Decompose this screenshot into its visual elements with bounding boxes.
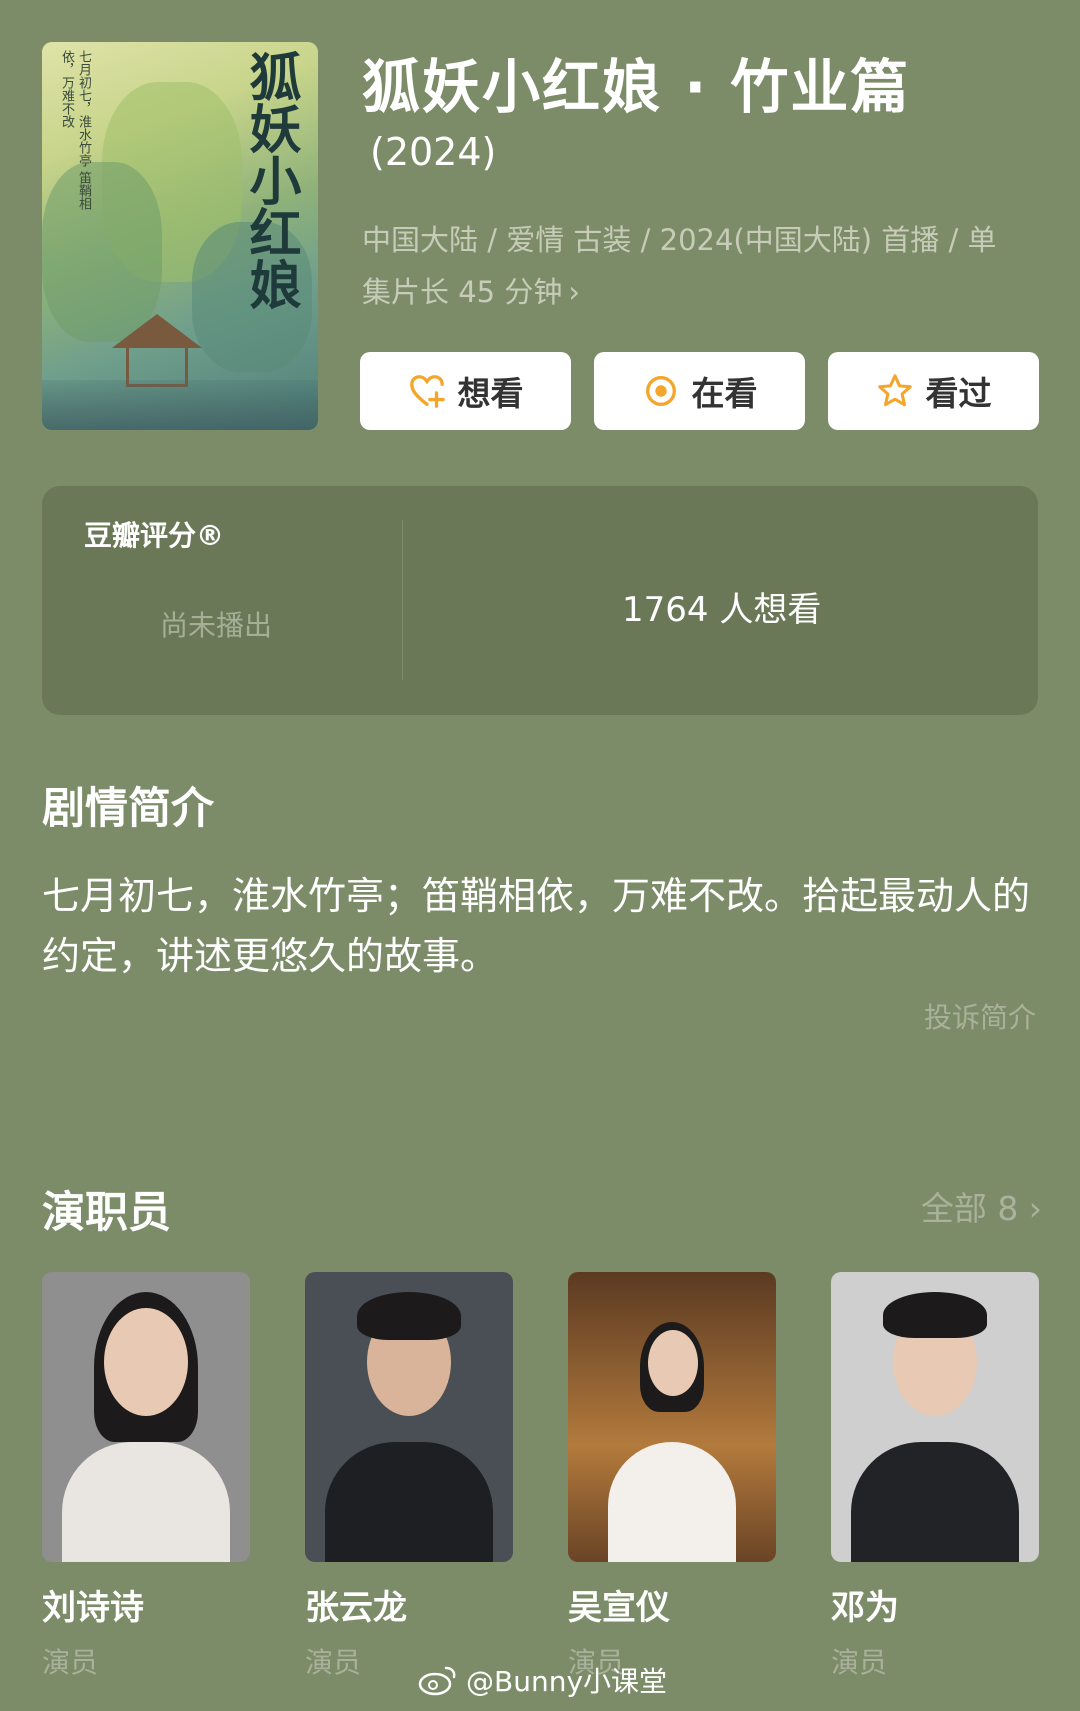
- report-synopsis-link[interactable]: 投诉简介: [924, 996, 1036, 1036]
- douban-rating-label: 豆瓣评分®: [84, 519, 225, 552]
- watching-button[interactable]: 在看: [594, 352, 805, 430]
- rating-divider: [402, 520, 403, 680]
- cast-card[interactable]: 邓为 演员: [831, 1272, 1039, 1681]
- poster-title: 狐妖小红娘: [240, 50, 301, 310]
- cast-card[interactable]: 张云龙 演员: [305, 1272, 513, 1681]
- cast-name: 刘诗诗: [42, 1588, 144, 1628]
- star-icon: [877, 374, 912, 407]
- cast-name: 邓为: [831, 1588, 899, 1628]
- watermark: @Bunny小课堂: [418, 1660, 667, 1700]
- poster-subtitle: 七月初七，淮水竹亭 笛鞘相依，万难不改: [59, 50, 91, 211]
- cast-photo: [831, 1272, 1039, 1562]
- meta-line-1: 中国大陆 / 爱情 古装 / 2024(中国大陆) 首播 / 单: [362, 223, 997, 257]
- show-meta[interactable]: 中国大陆 / 爱情 古装 / 2024(中国大陆) 首播 / 单 集片长 45 …: [362, 214, 1042, 318]
- chevron-right-icon: ›: [568, 275, 580, 309]
- cast-name: 吴宣仪: [568, 1588, 670, 1628]
- cast-role: 演员: [831, 1646, 888, 1679]
- watermark-text: @Bunny小课堂: [466, 1665, 668, 1698]
- weibo-icon: [418, 1666, 456, 1696]
- want-count: 1764 人想看: [622, 590, 822, 630]
- cast-all-link[interactable]: 全部 8 ›: [921, 1182, 1042, 1230]
- cast-name: 张云龙: [305, 1588, 407, 1628]
- show-title: 狐妖小红娘 · 竹业篇: [362, 53, 911, 121]
- cast-photo: [568, 1272, 776, 1562]
- cast-card[interactable]: 吴宣仪 演员: [568, 1272, 776, 1681]
- watching-label: 在看: [691, 374, 758, 413]
- watched-button[interactable]: 看过: [828, 352, 1039, 430]
- cast-photo: [305, 1272, 513, 1562]
- rating-card[interactable]: 豆瓣评分® 尚未播出 1764 人想看: [42, 486, 1038, 715]
- cast-photo: [42, 1272, 250, 1562]
- meta-line-2: 集片长 45 分钟: [362, 275, 563, 309]
- want-to-watch-button[interactable]: 想看: [360, 352, 571, 430]
- rating-status: 尚未播出: [160, 609, 273, 642]
- show-year: (2024): [370, 130, 497, 174]
- want-to-watch-label: 想看: [457, 374, 524, 413]
- synopsis-text: 七月初七，淮水竹亭；笛鞘相依，万难不改。拾起最动人的约定，讲述更悠久的故事。: [42, 874, 1031, 978]
- cast-heading: 演职员: [42, 1188, 171, 1238]
- cast-card[interactable]: 刘诗诗 演员: [42, 1272, 250, 1681]
- poster-image[interactable]: 狐妖小红娘 七月初七，淮水竹亭 笛鞘相依，万难不改: [42, 42, 318, 430]
- watched-label: 看过: [925, 374, 992, 413]
- heart-plus-icon: [409, 375, 445, 408]
- cast-role: 演员: [42, 1646, 99, 1679]
- poster-water: [42, 380, 318, 430]
- synopsis-heading: 剧情简介: [42, 784, 214, 834]
- target-circle-icon: [645, 376, 676, 406]
